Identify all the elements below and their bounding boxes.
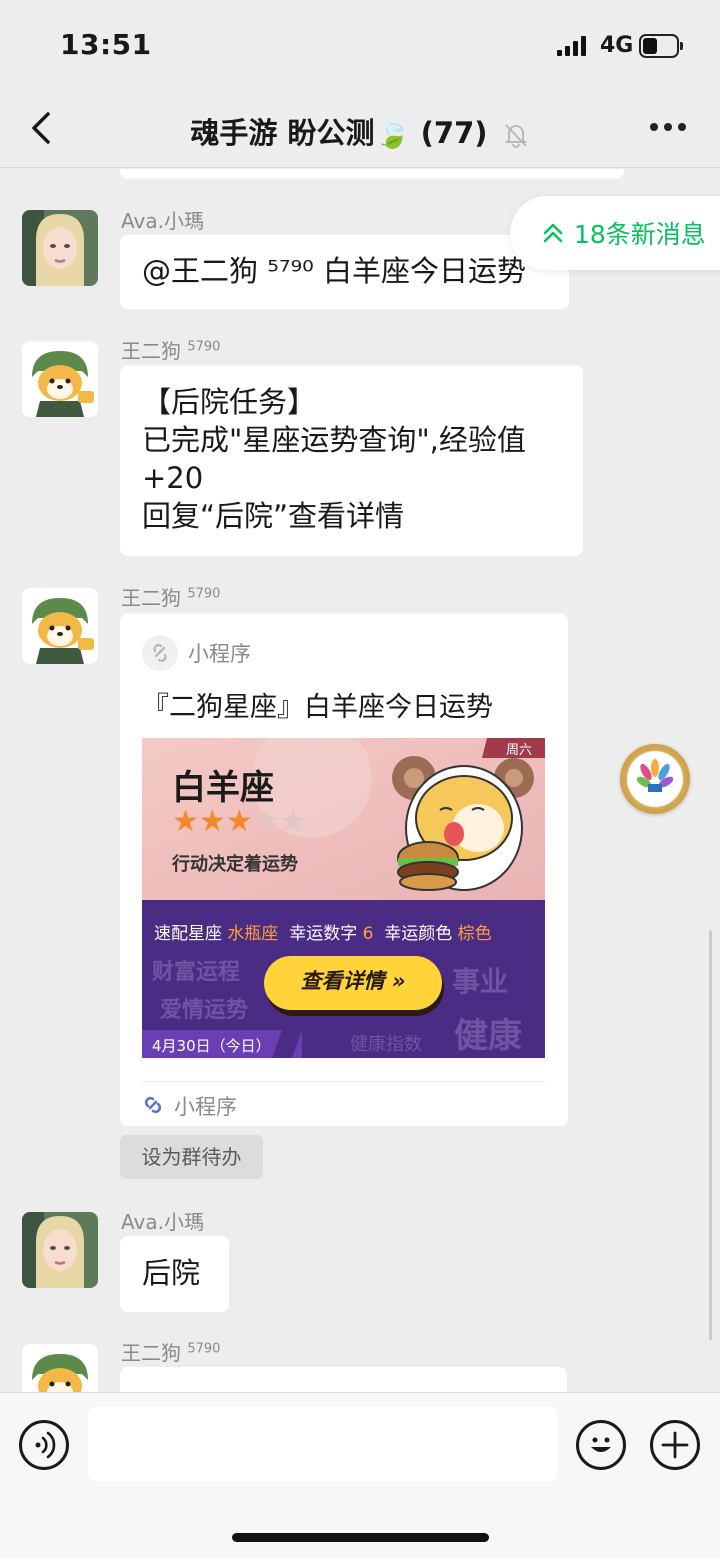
message-bubble[interactable]: 【后院任务】 已完成"星座运势查询",经验值 +20 回复“后院”查看详情: [120, 365, 583, 556]
sender-name-text: 王二狗: [121, 1341, 181, 1365]
avatar-ava[interactable]: [22, 210, 98, 286]
set-group-todo-button[interactable]: 设为群待办: [120, 1135, 263, 1179]
card-motto: 行动决定着运势: [172, 854, 298, 875]
lucky-number-value: 6: [362, 924, 374, 944]
sender-name: 王二狗 5790: [121, 582, 220, 611]
message-text: 后院: [142, 1256, 201, 1290]
mini-program-name: 小程序: [188, 642, 251, 666]
star-filled-icon: ★: [172, 804, 199, 839]
mini-program-card[interactable]: 小程序 『二狗星座』白羊座今日运势 白羊座 ★★★★★ 行动决定着运势 周六 速…: [120, 613, 568, 1126]
card-sign: 白羊座: [172, 768, 274, 808]
mini-program-footer: 小程序: [142, 1081, 545, 1126]
lucky-number-label: 幸运数字: [289, 924, 358, 944]
mini-program-footer-label: 小程序: [174, 1095, 237, 1119]
new-messages-pill[interactable]: 18条新消息: [510, 196, 720, 270]
message-input[interactable]: [88, 1407, 558, 1481]
rating-stars: ★★★★★: [172, 804, 307, 839]
bg-word: 健康指数: [350, 1034, 422, 1055]
emoji-icon[interactable]: [576, 1420, 626, 1470]
star-empty-icon: ★: [279, 804, 307, 839]
avatar-ava[interactable]: [22, 1212, 98, 1288]
message-line: 已完成"星座运势查询",经验值: [142, 423, 526, 457]
scrollbar[interactable]: [709, 930, 712, 1340]
message-text: @王二狗 ⁵⁷⁹⁰ 白羊座今日运势: [142, 254, 526, 288]
more-options-icon[interactable]: [648, 120, 688, 136]
lucky-color-value: 棕色: [457, 924, 492, 944]
chat-header: 魂手游 盼公测🍃 (77): [0, 90, 720, 168]
mini-program-title: 『二狗星座』白羊座今日运势: [142, 692, 493, 723]
chat-title-text: 魂手游 盼公测🍃 (77): [190, 116, 488, 150]
mini-program-link-icon: [144, 1096, 162, 1114]
home-indicator: [232, 1533, 489, 1542]
message-bubble[interactable]: 后院: [120, 1236, 229, 1312]
sender-name: 王二狗 5790: [121, 1337, 220, 1366]
match-label: 速配星座: [154, 924, 222, 944]
sender-name: Ava.小瑪: [121, 209, 204, 233]
status-time: 13:51: [60, 28, 152, 61]
sender-name: 王二狗 5790: [121, 335, 220, 364]
chat-title: 魂手游 盼公测🍃 (77): [0, 110, 720, 152]
voice-input-icon[interactable]: [19, 1420, 69, 1470]
sender-name-text: 王二狗: [121, 339, 181, 363]
sender-tag: 5790: [187, 1341, 221, 1357]
message-line: 【后院任务】: [142, 385, 317, 419]
view-details-button: 查看详情 »: [300, 969, 406, 993]
status-bar: 13:51 4G: [0, 0, 720, 90]
message-list[interactable]: Ava.小瑪 @王二狗 ⁵⁷⁹⁰ 白羊座今日运势 王二狗 5790 【后院任务】…: [0, 169, 720, 1392]
new-messages-label: 18条新消息: [574, 220, 706, 249]
star-filled-icon: ★: [198, 804, 226, 839]
card-date: 4月30日（今日）: [152, 1037, 271, 1055]
message-line: +20: [142, 461, 204, 495]
match-value: 水瓶座: [227, 924, 279, 944]
network-type: 4G: [600, 33, 634, 58]
sender-name-text: 王二狗: [121, 586, 181, 610]
badge-logo-icon: [631, 755, 679, 803]
sender-tag: 5790: [187, 339, 221, 355]
bg-word: 财富运程: [152, 960, 241, 985]
signal-icon: [557, 36, 589, 56]
star-empty-icon: ★: [252, 804, 280, 839]
message-bubble[interactable]: @王二狗 ⁵⁷⁹⁰ 白羊座今日运势: [120, 235, 569, 309]
plus-icon[interactable]: [650, 1420, 700, 1470]
bg-word: 健康: [454, 1016, 522, 1056]
floating-app-badge[interactable]: [620, 744, 690, 814]
avatar-wangergou[interactable]: [22, 341, 98, 417]
mute-bell-icon: [504, 124, 527, 148]
mini-program-logo: [142, 635, 178, 671]
message-line: 回复“后院”查看详情: [142, 499, 405, 533]
card-info-row: 速配星座 水瓶座 幸运数字 6 幸运颜色 棕色: [154, 919, 492, 944]
input-bar: [0, 1392, 720, 1558]
sender-name: Ava.小瑪: [121, 1210, 204, 1234]
star-filled-icon: ★: [225, 804, 253, 839]
horoscope-card-image: 白羊座 ★★★★★ 行动决定着运势 周六 速配星座 水瓶座 幸运数字 6 幸运颜…: [142, 738, 545, 1058]
message-bubble[interactable]: [120, 1367, 567, 1392]
double-chevron-up-icon: [543, 223, 563, 243]
day-tag: 周六: [506, 743, 533, 758]
battery-icon: [639, 34, 683, 58]
lucky-color-label: 幸运颜色: [384, 924, 453, 944]
avatar-wangergou[interactable]: [22, 1344, 98, 1392]
sender-tag: 5790: [187, 586, 221, 602]
bg-word: 事业: [452, 965, 509, 998]
avatar-wangergou[interactable]: [22, 588, 98, 664]
previous-message-bubble: [120, 169, 624, 179]
bg-word: 爱情运势: [160, 998, 249, 1023]
